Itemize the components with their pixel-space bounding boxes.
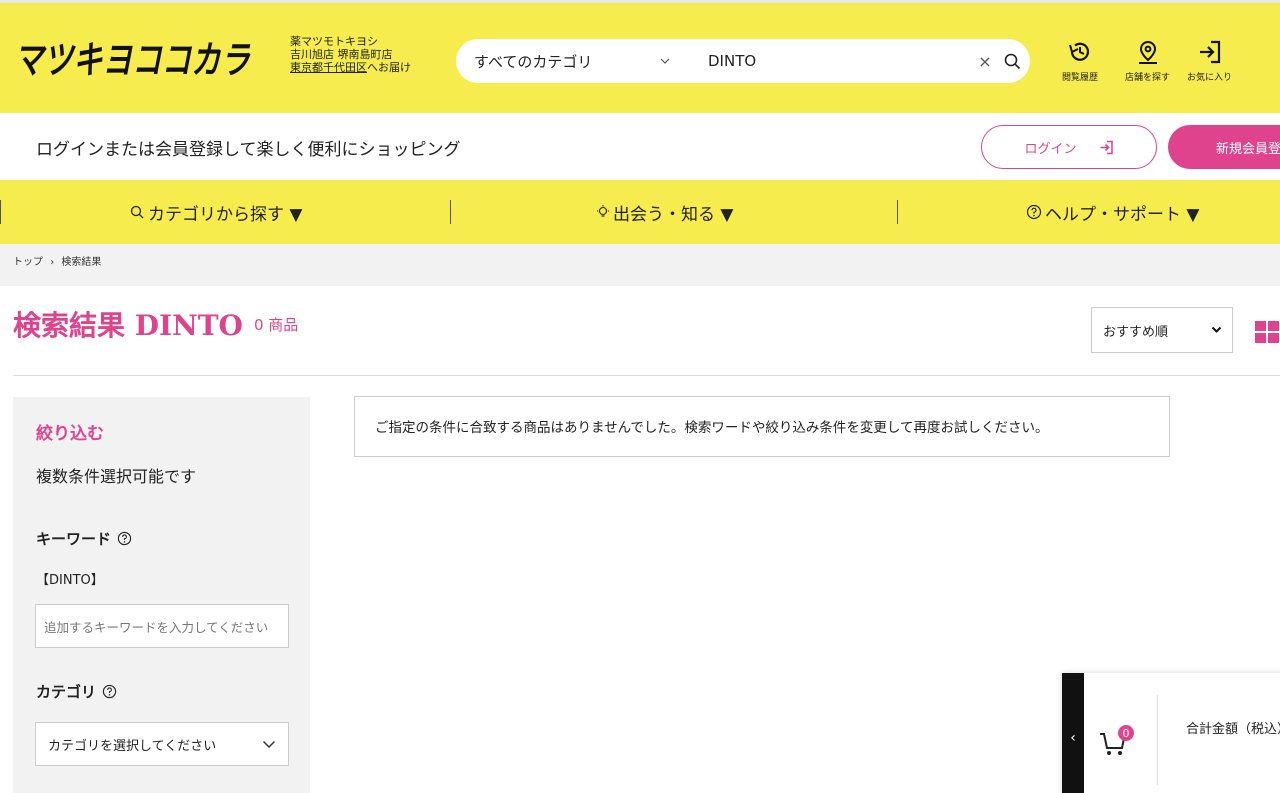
nav-discover[interactable]: 出会う・知る ▼ [596, 180, 733, 244]
keyword-input[interactable]: 追加するキーワードを入力してください [35, 604, 289, 648]
delivery-area-link[interactable]: 東京都千代田区 [290, 61, 367, 74]
store-info: 薬マツモトキヨシ 吉川旭店 堺南島町店 東京都千代田区へお届け [290, 35, 411, 74]
location-pin-icon [1138, 40, 1157, 64]
breadcrumb: トップ › 検索結果 [0, 244, 1280, 286]
breadcrumb-current: 検索結果 [61, 257, 102, 268]
logo-text: マツキヨココカラ [14, 38, 251, 81]
history-label: 閲覧履歴 [1062, 73, 1099, 83]
delivery-suffix: へお届け [367, 61, 411, 74]
cart-collapse-tab[interactable]: ‹ [1062, 673, 1084, 793]
filter-sidebar: 絞り込む 複数条件選択可能です キーワード 【DINTO】 追加するキーワードを… [13, 397, 310, 793]
clear-search-icon[interactable]: × [976, 52, 994, 71]
favorites-label: お気に入り [1187, 73, 1233, 83]
store-finder-button[interactable]: 店舗を探す [1125, 39, 1170, 83]
history-icon [1069, 42, 1090, 61]
keyword-value: 【DINTO】 [36, 573, 104, 588]
nav-help[interactable]: ヘルプ・サポート ▼ [1026, 180, 1199, 244]
login-button[interactable]: ログイン [981, 125, 1157, 169]
nav-help-label: ヘルプ・サポート ▼ [1045, 204, 1200, 225]
search-category-label: すべてのカテゴリ [474, 52, 593, 71]
sort-label: おすすめ順 [1103, 324, 1169, 340]
search-bar: すべてのカテゴリ DINTO × [456, 39, 1030, 83]
nav-category-label: カテゴリから探す ▼ [148, 204, 303, 225]
store-finder-label: 店舗を探す [1125, 73, 1171, 83]
login-prompt: ログインまたは会員登録して楽しく便利にショッピング [36, 140, 461, 160]
lightbulb-icon [597, 205, 609, 217]
login-arrow-icon [1199, 40, 1220, 64]
nav-divider [897, 200, 898, 224]
no-results-message: ご指定の条件に合致する商品はありませんでした。検索ワードや絞り込み条件を変更して… [354, 396, 1170, 457]
category-heading-label: カテゴリ [36, 683, 97, 701]
breadcrumb-separator: › [50, 257, 55, 268]
keyword-heading: キーワード [36, 528, 132, 549]
main-nav: カテゴリから探す ▼ 出会う・知る ▼ ヘルプ・サポート ▼ [0, 180, 1280, 244]
sort-select[interactable]: おすすめ順 [1091, 307, 1233, 353]
login-label: ログイン [1024, 141, 1077, 157]
login-icon [1100, 140, 1113, 154]
chevron-down-icon [1211, 326, 1222, 333]
filter-subtitle: 複数条件選択可能です [36, 467, 197, 486]
cart-divider [1157, 695, 1158, 785]
header: マツキヨココカラ 薬マツモトキヨシ 吉川旭店 堺南島町店 東京都千代田区へお届け… [0, 0, 1280, 113]
grid-view-button[interactable] [1255, 321, 1280, 347]
store-name: 吉川旭店 堺南島町店 [290, 48, 393, 61]
chevron-down-icon [660, 58, 670, 64]
title-divider [13, 375, 1280, 376]
nav-discover-label: 出会う・知る ▼ [613, 204, 734, 225]
cart-count: 0 [1123, 727, 1130, 740]
filter-title: 絞り込む [36, 424, 104, 444]
category-heading: カテゴリ [36, 681, 117, 702]
store-brand: 薬マツモトキヨシ [290, 35, 378, 48]
history-button[interactable]: 閲覧履歴 [1062, 39, 1098, 83]
breadcrumb-home[interactable]: トップ [13, 257, 43, 268]
nav-category[interactable]: カテゴリから探す ▼ [130, 180, 302, 244]
search-input[interactable]: DINTO [686, 52, 976, 70]
category-select[interactable]: カテゴリを選択してください [35, 722, 289, 766]
result-count: 0 商品 [254, 316, 299, 334]
category-select-label: カテゴリを選択してください [48, 738, 217, 754]
cart-button[interactable]: 0 [1098, 725, 1134, 763]
search-icon [1004, 53, 1020, 69]
site-logo[interactable]: マツキヨココカラ [14, 37, 254, 82]
cart-total-label: 合計金額（税込） [1186, 722, 1280, 737]
nav-divider [0, 200, 1, 224]
help-circle-icon[interactable] [117, 531, 132, 546]
register-button[interactable]: 新規会員登録 [1168, 125, 1280, 169]
nav-divider [450, 200, 451, 224]
favorites-button[interactable]: お気に入り [1187, 39, 1232, 83]
keyword-heading-label: キーワード [36, 530, 112, 548]
search-category-select[interactable]: すべてのカテゴリ [456, 51, 686, 72]
help-circle-icon [1026, 204, 1042, 220]
grid-view-icon [1255, 321, 1279, 343]
cart-widget: ‹ 0 合計金額（税込） [1062, 673, 1280, 793]
cart-icon: 0 [1100, 725, 1134, 755]
help-circle-icon[interactable] [102, 684, 117, 699]
search-button[interactable] [994, 39, 1030, 83]
page-title: 検索結果 DINTO [13, 309, 243, 342]
chevron-down-icon [262, 740, 276, 748]
logo-graphic: マツキヨココカラ [14, 38, 251, 82]
search-icon [130, 205, 144, 219]
